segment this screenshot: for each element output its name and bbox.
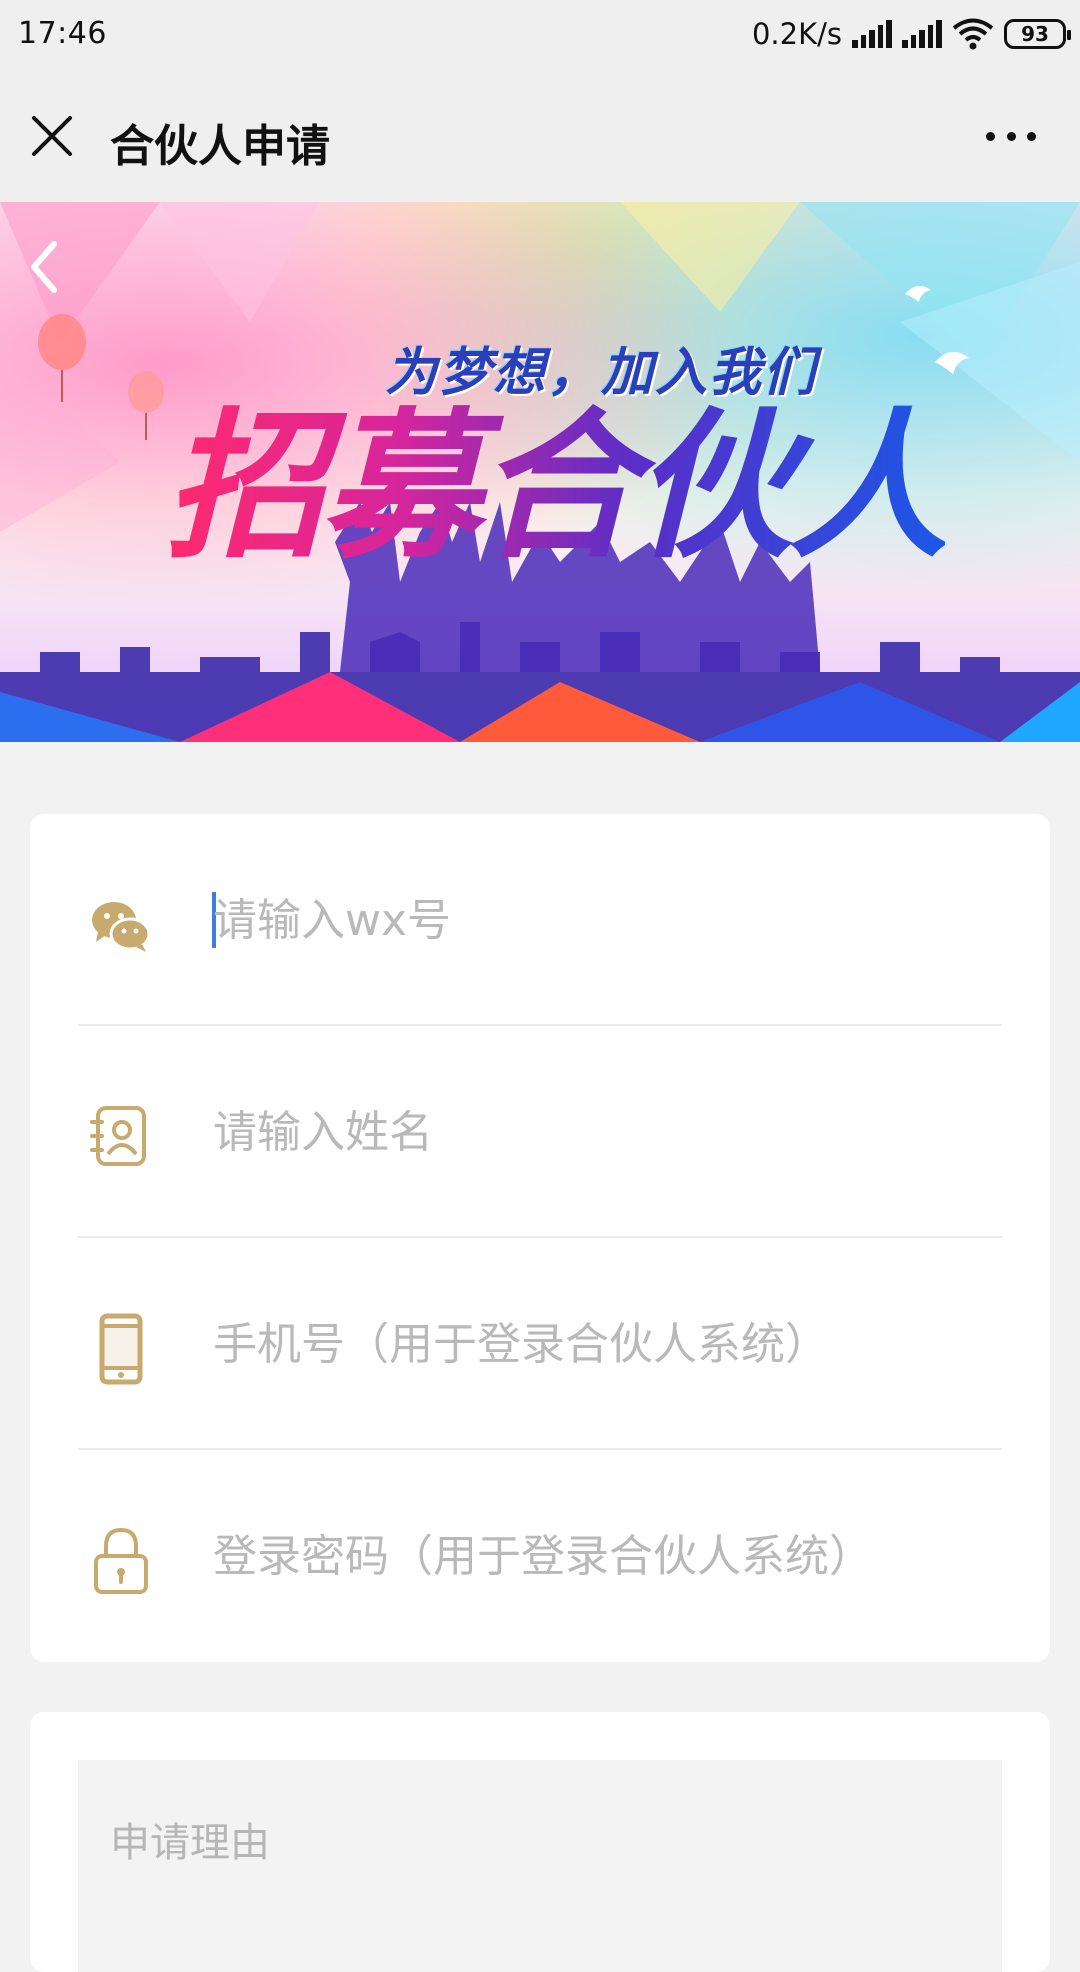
password-field-row[interactable] xyxy=(78,1450,1002,1662)
more-options-icon[interactable] xyxy=(986,126,1036,146)
status-indicators: 0.2K/s 93 xyxy=(751,14,1071,54)
signal-icon xyxy=(852,20,892,48)
application-form xyxy=(30,814,1050,1662)
name-field-row[interactable] xyxy=(78,1026,1002,1238)
recruit-banner: 为梦想，加入我们 招募合伙人 xyxy=(0,202,1080,742)
contact-card-icon xyxy=(90,1106,146,1166)
back-arrow-icon[interactable] xyxy=(20,232,70,302)
reason-card xyxy=(30,1712,1050,1972)
close-icon[interactable] xyxy=(28,112,76,160)
banner-headline: 招募合伙人 xyxy=(165,393,949,580)
status-time: 17:46 xyxy=(18,16,107,51)
wx-input[interactable] xyxy=(213,890,993,950)
name-input[interactable] xyxy=(213,1102,993,1162)
nav-bar: 合伙人申请 xyxy=(0,70,1080,202)
reason-textarea[interactable] xyxy=(78,1760,1002,1972)
phone-icon xyxy=(99,1313,143,1385)
battery-level: 93 xyxy=(1021,22,1049,46)
lock-icon xyxy=(94,1527,148,1594)
phone-field-row[interactable] xyxy=(78,1238,1002,1450)
status-bar: 17:46 0.2K/s 93 xyxy=(0,0,1080,70)
network-speed: 0.2K/s xyxy=(751,17,842,51)
phone-input[interactable] xyxy=(213,1314,993,1374)
password-input[interactable] xyxy=(213,1526,993,1586)
page-title: 合伙人申请 xyxy=(110,121,330,172)
wifi-icon xyxy=(952,18,994,50)
wx-field-row[interactable] xyxy=(78,814,1002,1026)
signal-icon-secondary xyxy=(902,20,942,48)
battery-icon: 93 xyxy=(1004,19,1071,49)
wechat-icon xyxy=(92,902,151,952)
